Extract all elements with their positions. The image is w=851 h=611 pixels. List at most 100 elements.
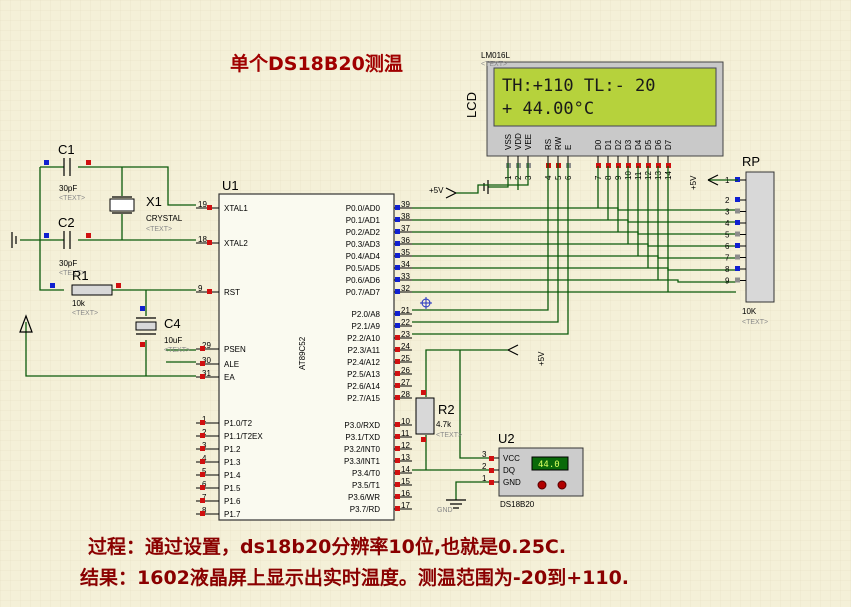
mcu-right-pin-label: P2.3/A11 xyxy=(348,346,381,355)
mcu-right-pin-number: 11 xyxy=(401,429,410,438)
mcu-left-pin-terminal xyxy=(200,374,205,379)
mcu-left-pin-label: EA xyxy=(224,373,235,382)
mcu-right-pin-number: 13 xyxy=(401,453,410,462)
mcu-right-pin-terminal xyxy=(395,217,400,222)
x1-ref: X1 xyxy=(146,194,162,209)
sensor-pin-label: GND xyxy=(503,478,521,487)
mcu-right-pin-number: 22 xyxy=(401,318,410,327)
mcu-right-pin-number: 26 xyxy=(401,366,410,375)
r2-ref: R2 xyxy=(438,402,455,417)
rp-pin-terminal xyxy=(735,220,740,225)
c2-value: 30pF xyxy=(59,259,77,268)
mcu-part: AT89C52 xyxy=(298,336,307,370)
mcu-left-pin-label: P1.1/T2EX xyxy=(224,432,263,441)
mcu-right-pin-terminal xyxy=(395,323,400,328)
mcu-right-pin-number: 27 xyxy=(401,378,410,387)
mcu-right-pin-label: P3.0/RXD xyxy=(344,421,380,430)
lcd-pin-label: D5 xyxy=(644,139,653,150)
mcu-right-pin-terminal xyxy=(395,446,400,451)
lcd-pin-label: D4 xyxy=(634,139,643,150)
c4-value: 10uF xyxy=(164,336,182,345)
lcd-pin-label: RW xyxy=(554,136,563,150)
c1-ref: C1 xyxy=(58,142,75,157)
mcu-right-pin-number: 12 xyxy=(401,441,410,450)
sensor-pin-number: 1 xyxy=(482,474,487,483)
mcu-left-pin-terminal xyxy=(207,240,212,245)
mcu-right-pin-number: 33 xyxy=(401,272,410,281)
mcu-right-pin-number: 36 xyxy=(401,236,410,245)
mcu-left-pin-terminal xyxy=(207,205,212,210)
mcu-right-pin-terminal xyxy=(395,335,400,340)
mcu-right-pin-number: 25 xyxy=(401,354,410,363)
r2-tag: <TEXT> xyxy=(436,432,462,439)
rp-pin-number: 6 xyxy=(725,242,730,251)
sensor-pin-terminal xyxy=(489,456,494,461)
mcu-right-pin-number: 15 xyxy=(401,477,410,486)
lcd-text-tag: <TEXT> xyxy=(481,61,507,68)
u2-part: DS18B20 xyxy=(500,500,535,509)
mcu-left-pin-terminal xyxy=(200,446,205,451)
lcd-pin-label: D2 xyxy=(614,139,623,150)
mcu-right-pin-number: 35 xyxy=(401,248,410,257)
mcu-left-pin-label: PSEN xyxy=(224,345,246,354)
mcu-left-pin-label: P1.0/T2 xyxy=(224,419,253,428)
mcu-left-pin-label: P1.6 xyxy=(224,497,241,506)
mcu-right-pin-terminal xyxy=(395,289,400,294)
mcu-right-pin-number: 39 xyxy=(401,200,410,209)
mcu-u1[interactable]: U1 AT89C52 XTAL119XTAL218RST9PSEN29ALE30… xyxy=(196,178,412,521)
lcd-pin-label: D1 xyxy=(604,139,613,150)
lcd-pin-label: RS xyxy=(544,139,553,150)
lcd-line-2: + 44.00°C xyxy=(502,99,594,119)
mcu-right-pin-number: 21 xyxy=(401,306,410,315)
mcu-right-pin-terminal xyxy=(395,383,400,388)
mcu-left-pin-label: XTAL2 xyxy=(224,239,248,248)
sensor-up-button[interactable] xyxy=(557,480,567,490)
schematic-title: 单个DS18B20测温 xyxy=(230,52,403,75)
mcu-right-pin-label: P2.2/A10 xyxy=(347,334,380,343)
mcu-left-pin-label: P1.5 xyxy=(224,484,241,493)
rp-pin-number: 2 xyxy=(725,196,730,205)
sensor-display: 44.0 xyxy=(538,460,560,470)
mcu-right-pin-terminal xyxy=(395,277,400,282)
mcu-left-pin-label: P1.4 xyxy=(224,471,241,480)
rp-tag: <TEXT> xyxy=(742,319,768,326)
lcd-pin-label: D3 xyxy=(624,139,633,150)
mcu-left-pin-number: 19 xyxy=(198,200,207,209)
rp-pin-number: 9 xyxy=(725,277,730,286)
mcu-right-pin-terminal xyxy=(395,253,400,258)
lcd-pin-label: VEE xyxy=(524,134,533,150)
schematic-canvas: 单个DS18B20测温 TH:+110 TL:- 20 + 44.00°C LM… xyxy=(0,0,851,607)
mcu-right-pin-number: 28 xyxy=(401,390,410,399)
rp-pin-number: 3 xyxy=(725,208,730,217)
mcu-left-pin-terminal xyxy=(200,361,205,366)
rp-pin-terminal xyxy=(735,208,740,214)
u2-ref: U2 xyxy=(498,431,515,446)
mcu-right-pin-terminal xyxy=(395,359,400,364)
mcu-right-pin-terminal xyxy=(395,205,400,210)
mcu-right-pin-terminal xyxy=(395,458,400,463)
mcu-left-pin-terminal xyxy=(200,459,205,464)
rp-value: 10K xyxy=(742,307,757,316)
mcu-right-pin-terminal xyxy=(395,265,400,270)
mcu-right-pin-label: P0.5/AD5 xyxy=(346,264,381,273)
sensor-down-button[interactable] xyxy=(537,480,547,490)
mcu-right-pin-number: 16 xyxy=(401,489,410,498)
lcd-pin-label: D6 xyxy=(654,139,663,150)
mcu-right-pin-number: 24 xyxy=(401,342,410,351)
vcc-label-sensor: +5V xyxy=(537,351,546,366)
lcd-model: LM016L xyxy=(481,51,510,60)
mcu-right-pin-terminal xyxy=(395,482,400,487)
lcd-ref: LCD xyxy=(464,92,479,118)
rp-pin-terminal xyxy=(735,266,740,271)
mcu-right-pin-number: 10 xyxy=(401,417,410,426)
mcu-right-pin-terminal xyxy=(395,422,400,427)
mcu-left-pin-label: P1.7 xyxy=(224,510,241,519)
mcu-right-pin-terminal xyxy=(395,241,400,246)
c1-tag: <TEXT> xyxy=(59,195,85,202)
mcu-left-pin-terminal xyxy=(200,511,205,516)
rp-pin-terminal xyxy=(735,243,740,248)
mcu-right-pin-label: P3.6/WR xyxy=(348,493,380,502)
mcu-left-pin-terminal xyxy=(200,433,205,438)
c2-ref: C2 xyxy=(58,215,75,230)
mcu-right-pin-label: P3.5/T1 xyxy=(352,481,381,490)
